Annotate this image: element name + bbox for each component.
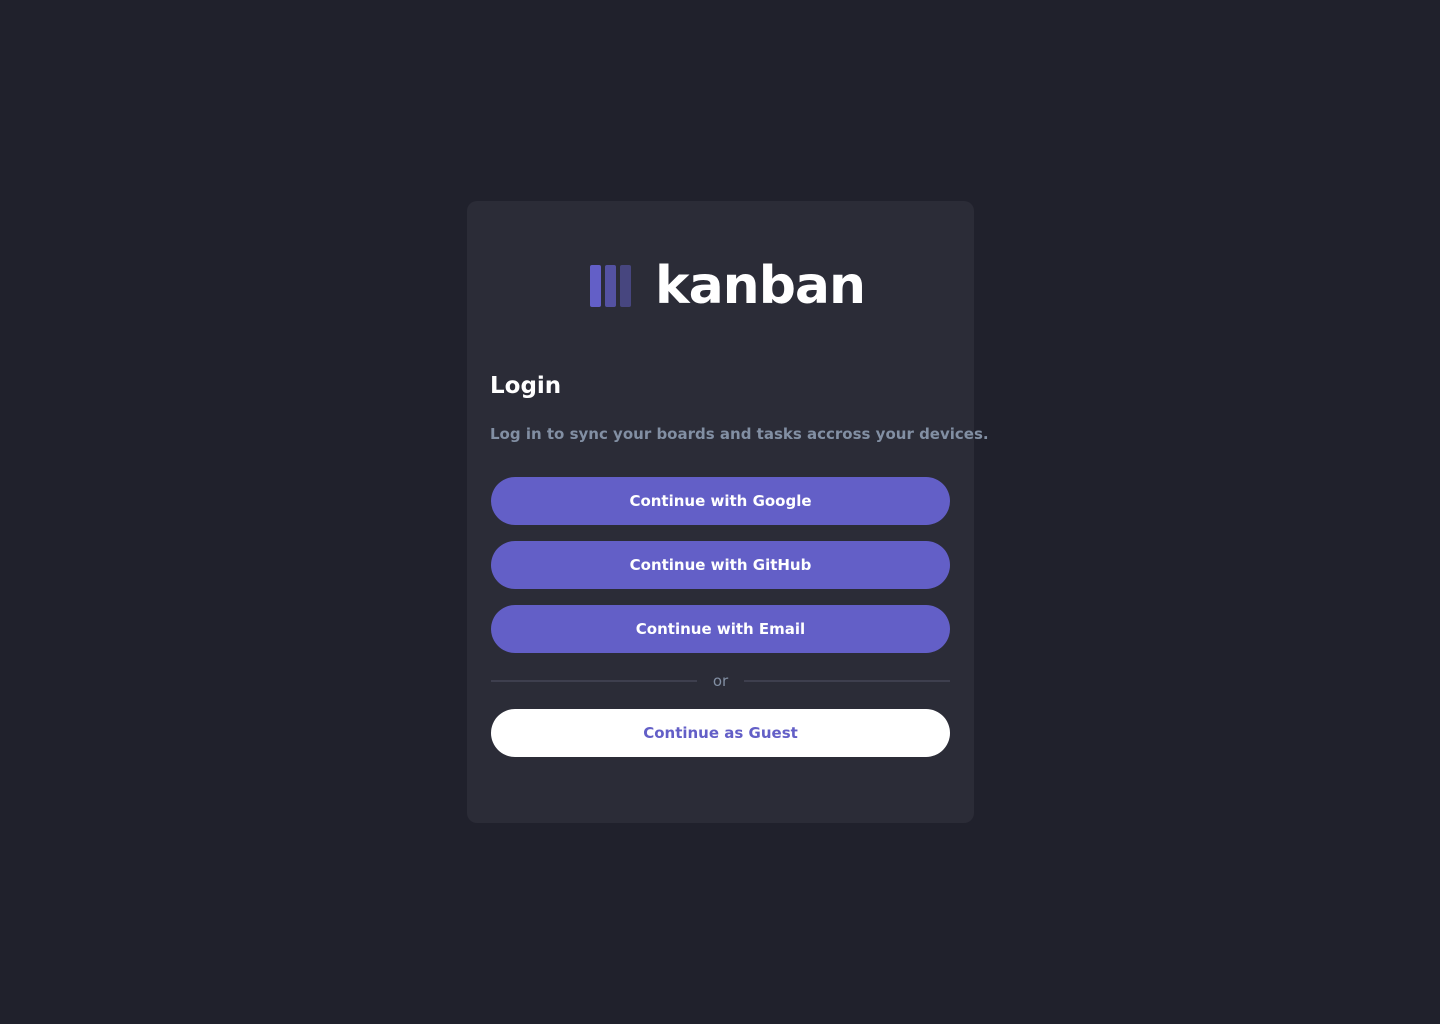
divider-line-right [744,680,951,682]
or-divider: or [491,671,951,691]
kanban-logo: kanban [590,256,866,316]
kanban-bars-icon [590,265,631,307]
continue-with-github-button[interactable]: Continue with GitHub [491,541,950,589]
logo-bar [605,265,616,307]
divider-line-left [491,680,697,682]
logo-text: kanban [655,256,866,316]
continue-with-google-button[interactable]: Continue with Google [491,477,950,525]
logo-bar [590,265,601,307]
page-subtitle: Log in to sync your boards and tasks acc… [490,425,989,443]
continue-as-guest-button[interactable]: Continue as Guest [491,709,950,757]
continue-with-email-button[interactable]: Continue with Email [491,605,950,653]
page-title: Login [490,373,562,399]
login-card: kanban Login Log in to sync your boards … [467,201,989,823]
divider-text: or [712,672,729,690]
logo-bar [620,265,631,307]
